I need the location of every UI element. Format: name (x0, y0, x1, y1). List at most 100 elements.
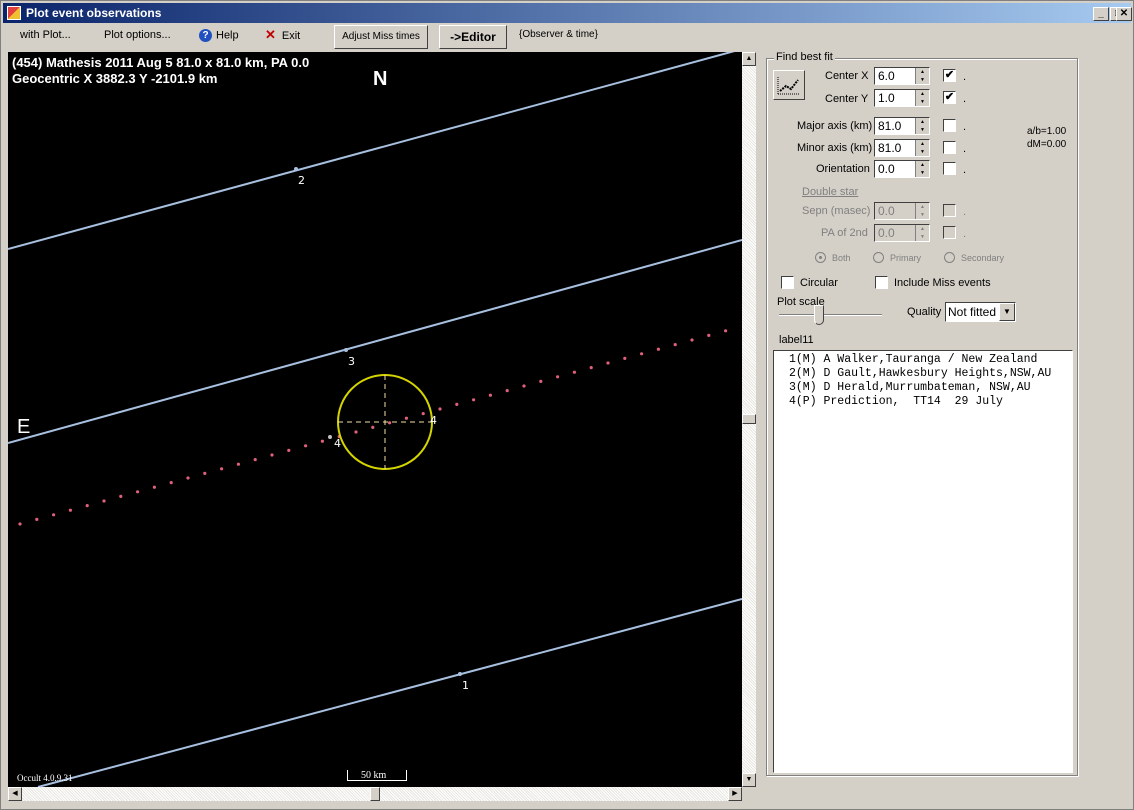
radio-both[interactable] (815, 252, 826, 263)
prediction-dot (169, 481, 173, 485)
prediction-dot (320, 439, 324, 443)
help-icon: ? (199, 29, 212, 42)
prediction-dot (455, 402, 459, 406)
menu-plot-options[interactable]: Plot options... (104, 29, 171, 41)
prediction-dot (656, 347, 661, 351)
center-x-input[interactable]: 6.0 ▲ ▼ (874, 67, 930, 85)
radio-secondary[interactable] (944, 252, 955, 263)
prediction-dot (85, 504, 89, 508)
main-window: Plot event observations _ □ ✕ with Plot.… (0, 0, 1134, 810)
prediction-dot (236, 462, 240, 466)
minor-axis-spinner[interactable]: ▲ ▼ (915, 140, 929, 156)
sepn-value: 0.0 (878, 204, 895, 218)
close-button[interactable]: ✕ (1116, 7, 1132, 21)
minor-axis-input[interactable]: 81.0 ▲ ▼ (874, 139, 930, 157)
prediction-dot (572, 370, 577, 374)
pa-2nd-spinner[interactable]: ▲ ▼ (915, 225, 929, 241)
center-x-value: 6.0 (878, 69, 895, 83)
center-x-label: Center X (825, 70, 869, 82)
north-label: N (373, 68, 388, 90)
app-icon (7, 6, 21, 20)
plot-canvas[interactable]: 2 3 1 4 4 (454) Mathesis 2011 Aug 5 81.0 x 8… (8, 52, 742, 787)
menu-exit[interactable]: ✕ Exit (265, 27, 300, 43)
prediction-dot (556, 375, 560, 379)
center-y-input[interactable]: 1.0 ▲ ▼ (874, 89, 930, 107)
include-miss-checkbox[interactable] (875, 276, 888, 289)
prediction-dot (724, 329, 728, 333)
plot-scale-slider[interactable] (814, 305, 824, 325)
scroll-up-button[interactable]: ▲ (742, 52, 756, 66)
observer-list-item[interactable]: 1(M) A Walker,Tauranga / New Zealand (789, 353, 1072, 367)
prediction-dot (404, 416, 408, 420)
observer-list-item[interactable]: 3(M) D Herald,Murrumbateman, NSW,AU (789, 381, 1072, 395)
sepn-input[interactable]: 0.0 ▲ ▼ (874, 202, 930, 220)
sepn-label: Sepn (masec) (802, 205, 871, 217)
orientation-checkbox[interactable] (943, 162, 956, 175)
orientation-spinner[interactable]: ▲ ▼ (915, 161, 929, 177)
sepn-spinner[interactable]: ▲ ▼ (915, 203, 929, 219)
observer-list-item[interactable]: 4(P) Prediction, TT14 29 July (789, 395, 1072, 409)
plot-scale-track[interactable] (779, 314, 882, 316)
fit-button[interactable] (773, 70, 805, 100)
quality-label: Quality (907, 306, 942, 318)
chevron-down-icon[interactable]: ▼ (999, 303, 1015, 321)
prediction-dot (304, 444, 308, 448)
adjust-miss-times-button[interactable]: Adjust Miss times (334, 25, 428, 49)
horizontal-scroll-thumb[interactable] (370, 787, 380, 801)
center-x-spinner[interactable]: ▲ ▼ (915, 68, 929, 84)
dm-label: dM=0.00 (1027, 139, 1067, 150)
prediction-dot (371, 425, 375, 429)
prediction-dot (18, 522, 22, 526)
help-label: Help (216, 29, 239, 42)
editor-button[interactable]: ->Editor (439, 25, 507, 49)
scale-bar-label: 50 km (361, 770, 387, 781)
chord-label-3: 3 (348, 355, 355, 368)
dot: . (963, 228, 967, 240)
prediction-dot (203, 471, 207, 475)
pa-2nd-input[interactable]: 0.0 ▲ ▼ (874, 224, 930, 242)
center-x-checkbox[interactable]: ✔ (943, 69, 956, 82)
sepn-checkbox[interactable] (943, 204, 956, 217)
minimize-button[interactable]: _ (1093, 7, 1109, 21)
radio-primary-label: Primary (890, 253, 921, 263)
title-bar: Plot event observations _ □ (3, 3, 1131, 23)
chord-marker-1 (458, 672, 462, 676)
menu-with-plot[interactable]: with Plot... (20, 29, 71, 41)
vertical-scroll-thumb[interactable] (742, 414, 756, 424)
quality-select[interactable]: Not fitted ▼ (945, 302, 1016, 322)
prediction-dot (472, 398, 476, 402)
prediction-dot (421, 412, 425, 416)
dot: . (963, 121, 967, 133)
prediction-dot (35, 517, 39, 521)
minor-axis-checkbox[interactable] (943, 141, 956, 154)
menu-help[interactable]: ? Help (199, 29, 239, 42)
orientation-input[interactable]: 0.0 ▲ ▼ (874, 160, 930, 178)
quality-value: Not fitted (948, 305, 997, 319)
scroll-down-button[interactable]: ▼ (742, 773, 756, 787)
major-axis-spinner[interactable]: ▲ ▼ (915, 118, 929, 134)
radio-primary[interactable] (873, 252, 884, 263)
circular-checkbox[interactable] (781, 276, 794, 289)
center-y-value: 1.0 (878, 91, 895, 105)
prediction-marker (328, 435, 332, 439)
close-x-icon: ✕ (265, 27, 276, 42)
vertical-scrollbar[interactable]: ▲ ▼ (742, 52, 756, 787)
prediction-dot (220, 467, 224, 471)
observer-list[interactable]: 1(M) A Walker,Tauranga / New Zealand 2(M)… (773, 350, 1073, 773)
plot-header-line2: Geocentric X 3882.3 Y -2101.9 km (12, 71, 218, 86)
center-y-checkbox[interactable]: ✔ (943, 91, 956, 104)
prediction-dot (119, 494, 123, 498)
horizontal-scrollbar[interactable]: ◀ ▶ (8, 787, 742, 801)
scroll-left-button[interactable]: ◀ (8, 787, 22, 801)
major-axis-input[interactable]: 81.0 ▲ ▼ (874, 117, 930, 135)
dot: . (963, 164, 967, 176)
pa-2nd-checkbox[interactable] (943, 226, 956, 239)
prediction-dot (690, 338, 694, 342)
center-y-spinner[interactable]: ▲ ▼ (915, 90, 929, 106)
orientation-value: 0.0 (878, 162, 895, 176)
scroll-right-button[interactable]: ▶ (728, 787, 742, 801)
prediction-dot (102, 499, 106, 503)
observer-list-item[interactable]: 2(M) D Gault,Hawkesbury Heights,NSW,AU (789, 367, 1072, 381)
major-axis-checkbox[interactable] (943, 119, 956, 132)
version-label: Occult 4.0.9.31 (17, 773, 73, 783)
